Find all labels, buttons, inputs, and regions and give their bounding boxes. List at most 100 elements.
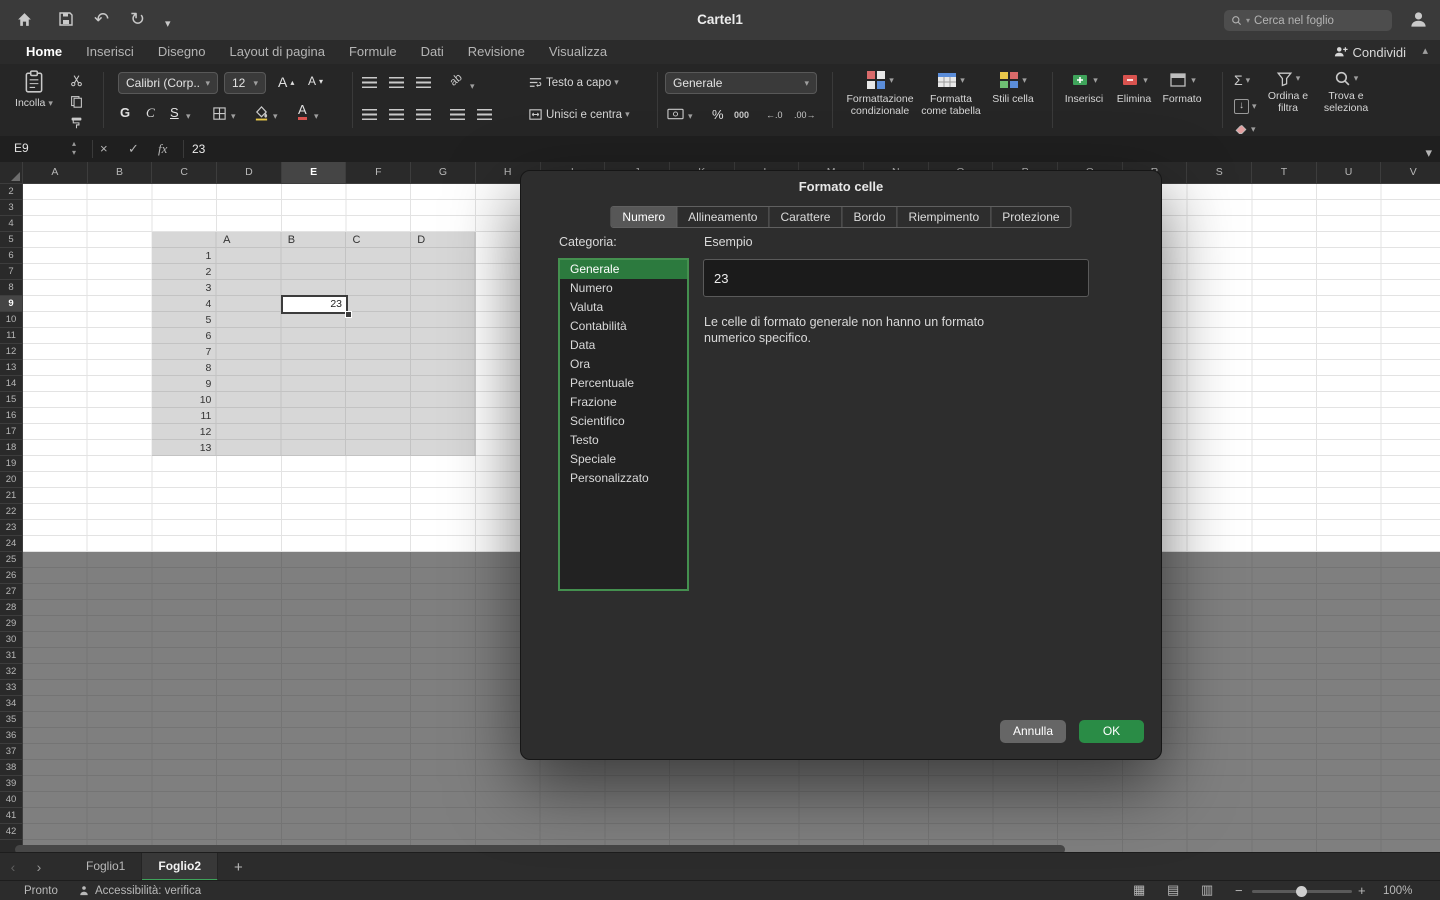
autosum-button[interactable]: Σ▾	[1234, 72, 1250, 88]
category-percentuale[interactable]: Percentuale	[560, 374, 687, 393]
category-frazione[interactable]: Frazione	[560, 393, 687, 412]
merge-center-button[interactable]: Unisci e centra ▾	[528, 107, 630, 122]
prev-sheet-icon[interactable]: ‹	[0, 859, 26, 875]
category-ora[interactable]: Ora	[560, 355, 687, 374]
row-header-8[interactable]: 8	[0, 280, 22, 296]
share-button[interactable]: Condividi	[1334, 40, 1406, 64]
insert-cells-button[interactable]: ▾ Inserisci	[1060, 70, 1108, 105]
sort-filter-button[interactable]: ▾ Ordina e filtra	[1262, 70, 1314, 114]
font-color-dropdown-icon[interactable]: ▾	[314, 111, 319, 122]
row-header-28[interactable]: 28	[0, 600, 22, 616]
sheet-tab-foglio2[interactable]: Foglio2	[142, 853, 218, 881]
increase-indent-icon[interactable]	[477, 109, 492, 120]
zoom-out-icon[interactable]: −	[1235, 881, 1243, 900]
row-header-27[interactable]: 27	[0, 584, 22, 600]
align-left-icon[interactable]	[362, 109, 377, 120]
font-size-select[interactable]: 12▾	[224, 72, 266, 94]
row-header-23[interactable]: 23	[0, 520, 22, 536]
cancel-button[interactable]: Annulla	[1000, 720, 1066, 743]
tab-disegno[interactable]: Disegno	[146, 40, 218, 64]
increase-decimal-icon[interactable]: ←.0	[766, 110, 783, 120]
paste-button[interactable]: Incolla▾	[10, 70, 58, 109]
account-avatar-icon[interactable]	[1409, 10, 1428, 29]
page-break-view-icon[interactable]: ▥	[1201, 882, 1213, 898]
font-color-icon[interactable]: A	[298, 102, 307, 120]
row-header-39[interactable]: 39	[0, 776, 22, 792]
row-header-9[interactable]: 9	[0, 296, 22, 312]
accounting-format-icon[interactable]	[667, 108, 684, 120]
sheet-tab-foglio1[interactable]: Foglio1	[70, 853, 142, 881]
align-top-icon[interactable]	[362, 77, 377, 88]
cell-styles-button[interactable]: ▾ Stili cella	[988, 70, 1038, 105]
row-header-3[interactable]: 3	[0, 200, 22, 216]
row-header-40[interactable]: 40	[0, 792, 22, 808]
row-header-24[interactable]: 24	[0, 536, 22, 552]
dialog-tab-carattere[interactable]: Carattere	[769, 207, 842, 227]
copy-icon[interactable]	[70, 95, 83, 108]
tab-formule[interactable]: Formule	[337, 40, 409, 64]
category-generale[interactable]: Generale	[560, 260, 687, 279]
category-speciale[interactable]: Speciale	[560, 450, 687, 469]
dialog-tab-bordo[interactable]: Bordo	[842, 207, 897, 227]
row-header-17[interactable]: 17	[0, 424, 22, 440]
dialog-tab-allineamento[interactable]: Allineamento	[677, 207, 769, 227]
orientation-dropdown-icon[interactable]: ▾	[470, 81, 475, 92]
column-header-V[interactable]: V	[1381, 162, 1440, 183]
tab-layout-di-pagina[interactable]: Layout di pagina	[218, 40, 337, 64]
category-listbox[interactable]: GeneraleNumeroValutaContabilitàDataOraPe…	[558, 258, 689, 591]
row-header-36[interactable]: 36	[0, 728, 22, 744]
insert-function-icon[interactable]: fx	[158, 141, 167, 157]
category-contabilità[interactable]: Contabilità	[560, 317, 687, 336]
row-header-25[interactable]: 25	[0, 552, 22, 568]
format-cells-button[interactable]: ▾ Formato	[1158, 70, 1206, 105]
collapse-ribbon-icon[interactable]: ▴	[1422, 44, 1428, 57]
row-header-19[interactable]: 19	[0, 456, 22, 472]
borders-icon[interactable]	[212, 106, 227, 121]
row-header-37[interactable]: 37	[0, 744, 22, 760]
category-testo[interactable]: Testo	[560, 431, 687, 450]
tab-home[interactable]: Home	[14, 40, 74, 64]
tab-revisione[interactable]: Revisione	[456, 40, 537, 64]
dialog-tab-numero[interactable]: Numero	[611, 207, 677, 227]
dialog-tab-riempimento[interactable]: Riempimento	[898, 207, 992, 227]
row-header-6[interactable]: 6	[0, 248, 22, 264]
column-header-D[interactable]: D	[217, 162, 282, 183]
row-header-32[interactable]: 32	[0, 664, 22, 680]
borders-dropdown-icon[interactable]: ▾	[231, 111, 236, 122]
row-header-5[interactable]: 5	[0, 232, 22, 248]
dialog-tab-protezione[interactable]: Protezione	[991, 207, 1070, 227]
row-header-29[interactable]: 29	[0, 616, 22, 632]
zoom-in-icon[interactable]: +	[1358, 881, 1366, 900]
fill-button[interactable]: ↓ ▾	[1234, 99, 1257, 114]
name-box-stepper[interactable]: ▴▾	[72, 139, 76, 157]
decrease-indent-icon[interactable]	[450, 109, 465, 120]
formula-input[interactable]: 23	[192, 142, 205, 156]
clear-button[interactable]: ▾	[1234, 123, 1256, 136]
accounting-dropdown-icon[interactable]: ▾	[688, 111, 693, 122]
row-header-33[interactable]: 33	[0, 680, 22, 696]
column-header-A[interactable]: A	[23, 162, 88, 183]
align-bottom-icon[interactable]	[416, 77, 431, 88]
decrease-decimal-icon[interactable]: .00→	[794, 110, 816, 120]
category-numero[interactable]: Numero	[560, 279, 687, 298]
row-header-2[interactable]: 2	[0, 184, 22, 200]
delete-cells-button[interactable]: ▾ Elimina	[1112, 70, 1156, 105]
fill-color-icon[interactable]	[254, 104, 269, 121]
row-header-18[interactable]: 18	[0, 440, 22, 456]
comma-style-button[interactable]: 000	[734, 110, 749, 120]
horizontal-scrollbar[interactable]	[15, 845, 1065, 852]
name-box[interactable]: E9	[14, 141, 29, 155]
format-as-table-button[interactable]: ▾ Formatta come tabella	[920, 70, 982, 117]
find-select-button[interactable]: ▾ Trova e seleziona	[1318, 70, 1374, 114]
row-header-26[interactable]: 26	[0, 568, 22, 584]
row-header-14[interactable]: 14	[0, 376, 22, 392]
align-center-icon[interactable]	[389, 109, 404, 120]
zoom-slider[interactable]	[1252, 890, 1352, 893]
align-middle-icon[interactable]	[389, 77, 404, 88]
row-header-41[interactable]: 41	[0, 808, 22, 824]
confirm-entry-icon[interactable]: ✓	[128, 141, 139, 157]
column-header-C[interactable]: C	[152, 162, 217, 183]
tab-visualizza[interactable]: Visualizza	[537, 40, 619, 64]
fill-color-dropdown-icon[interactable]: ▾	[273, 111, 278, 122]
orientation-icon[interactable]: ab	[448, 71, 465, 88]
